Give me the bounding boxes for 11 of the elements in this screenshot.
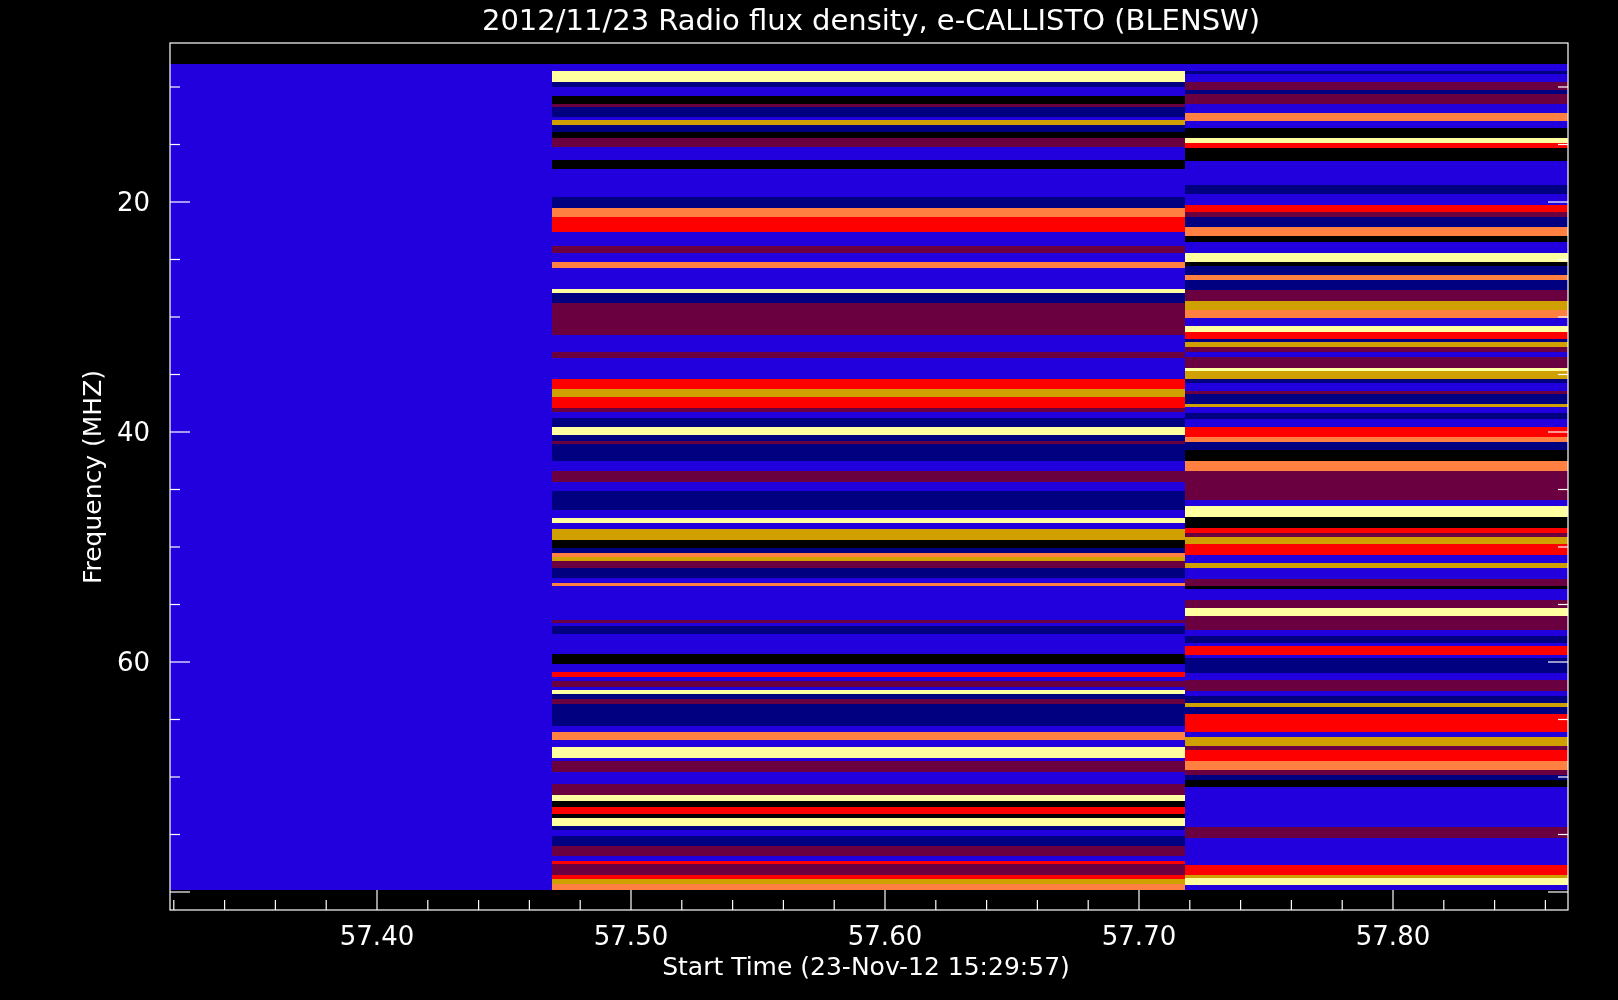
y-tick-label: 40 (116, 417, 150, 447)
plot-title: 2012/11/23 Radio flux density, e-CALLISTO (BLENSW) (481, 3, 1261, 37)
x-axis-label: Start Time (23-Nov-12 15:29:57) (662, 952, 1070, 981)
y-tick-label: 60 (116, 647, 150, 677)
x-tick-label: 57.70 (1101, 921, 1177, 951)
x-tick-label: 57.50 (593, 921, 669, 951)
y-axis-label: Frequency (MHZ) (78, 369, 107, 585)
x-tick-label: 57.40 (339, 921, 415, 951)
x-tick-label: 57.80 (1355, 921, 1431, 951)
x-tick-label: 57.60 (847, 921, 923, 951)
y-tick-label: 20 (116, 187, 150, 217)
